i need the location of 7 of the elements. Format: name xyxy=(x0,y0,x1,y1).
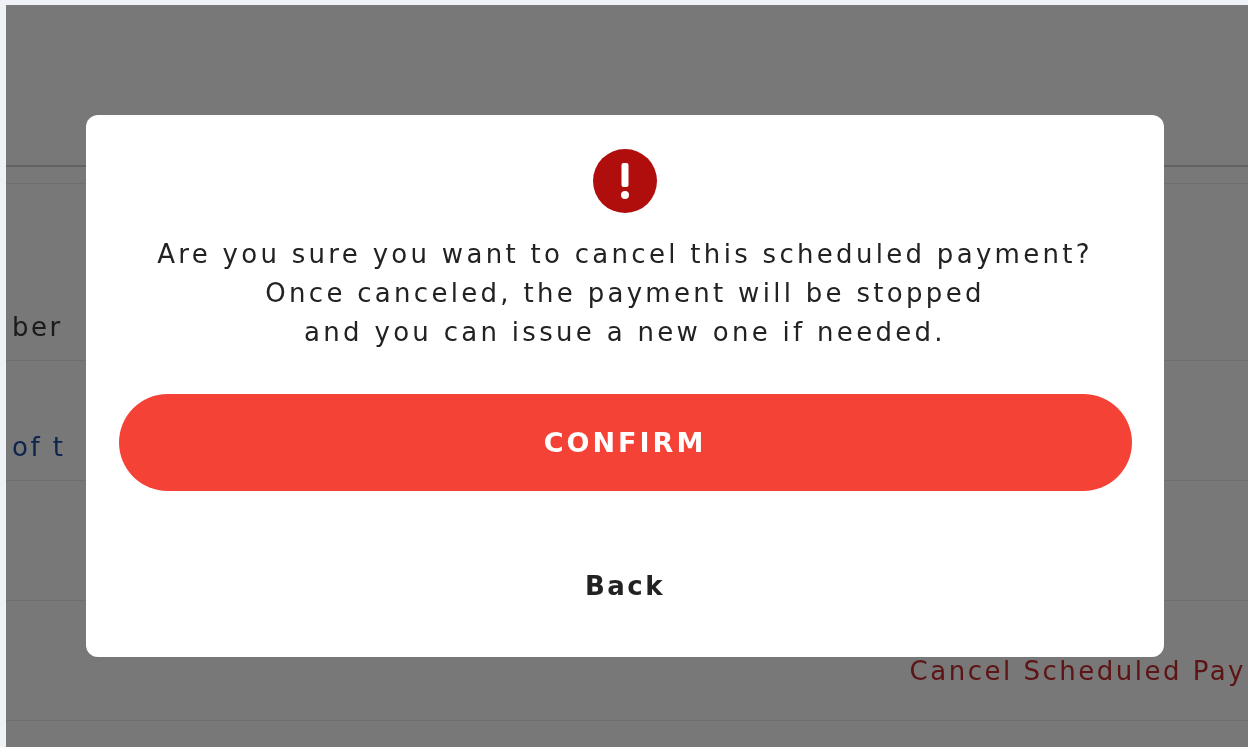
back-button[interactable]: Back xyxy=(576,567,674,605)
dialog-message: Are you sure you want to cancel this scheduled payment? Once canceled, the payment will be stopped and you can issue a new one if needed. xyxy=(157,238,1093,349)
row-text: ber xyxy=(11,312,63,342)
cancel-scheduled-payment-link[interactable]: Cancel Scheduled Pay xyxy=(909,655,1246,686)
confirm-button[interactable]: CONFIRM xyxy=(118,394,1132,491)
link-text[interactable]: of t xyxy=(6,432,66,462)
warning-icon xyxy=(593,149,657,213)
